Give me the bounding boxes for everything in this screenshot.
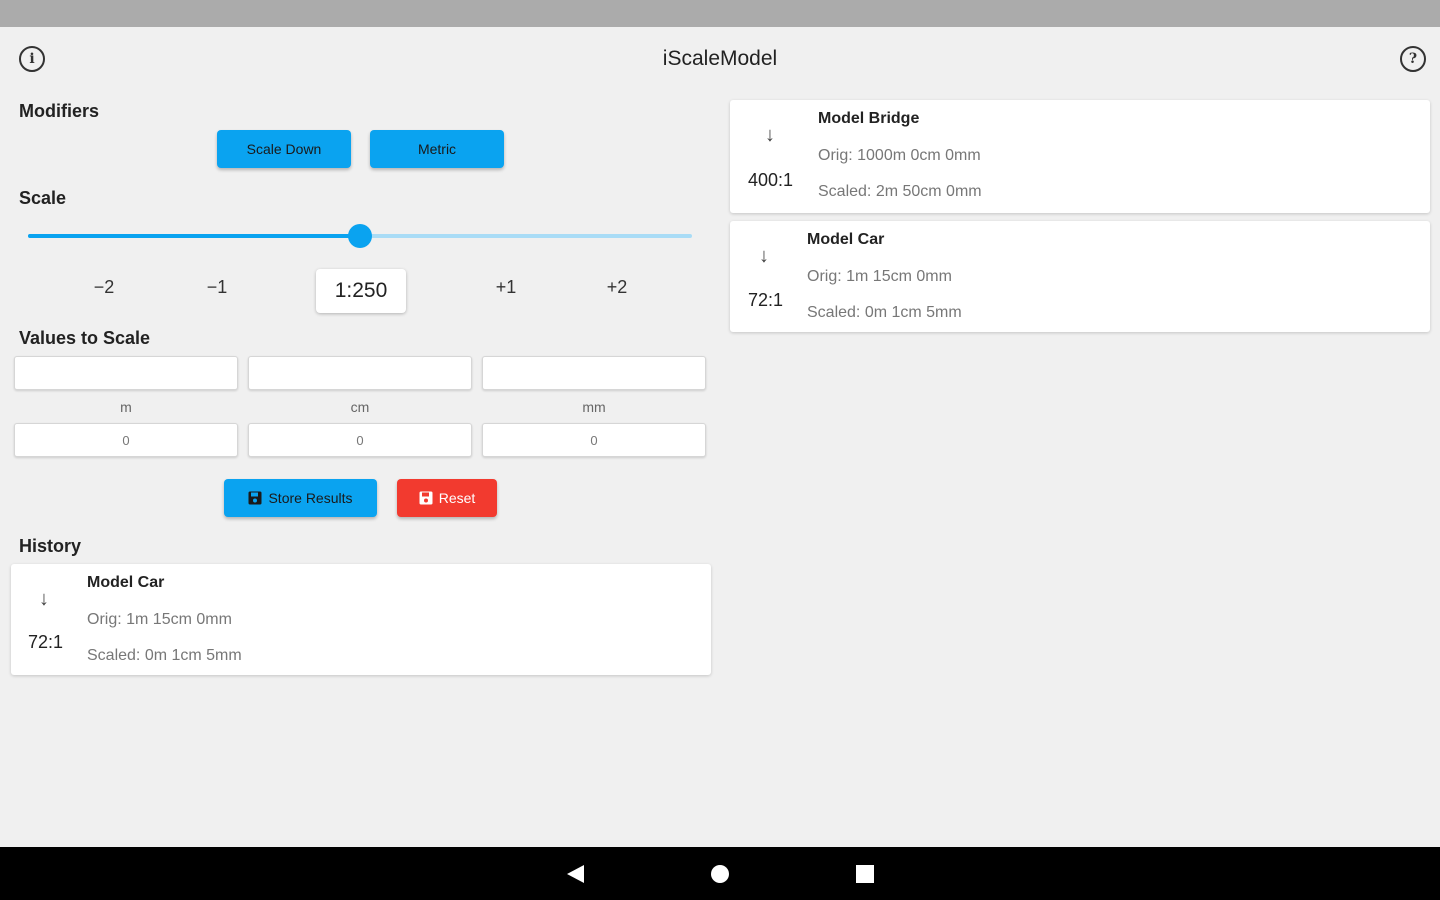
history-orig: Orig: 1m 15cm 0mm: [807, 268, 952, 285]
scale-current-text: 1:250: [334, 279, 388, 302]
top-input-cm[interactable]: [248, 356, 472, 390]
bottom-input-m[interactable]: [14, 423, 238, 457]
status-bar: [0, 0, 1440, 27]
store-results-button[interactable]: Store Results: [224, 479, 377, 517]
unit-label-mm: mm: [582, 399, 606, 415]
back-triangle-icon[interactable]: [564, 863, 586, 885]
scale-down-button[interactable]: Scale Down: [217, 130, 351, 168]
scale-step-minus-2[interactable]: −2: [84, 277, 124, 298]
store-results-label: Store Results: [268, 490, 353, 506]
metric-button[interactable]: Metric: [370, 130, 504, 168]
bottom-input-mm[interactable]: [482, 423, 706, 457]
scale-step-minus-1[interactable]: −1: [197, 277, 237, 298]
history-label: History: [19, 536, 82, 556]
history-ratio: 72:1: [28, 632, 64, 652]
scale-slider[interactable]: [28, 224, 692, 248]
recents-square-icon[interactable]: [854, 863, 876, 885]
unit-label-cm: cm: [350, 399, 370, 415]
modifiers-label: Modifiers: [19, 101, 100, 121]
floppy-disk-icon: [248, 491, 262, 505]
floppy-disk-icon: [419, 491, 433, 505]
scale-slider-fill: [28, 234, 360, 238]
scale-current-value: 1:250: [316, 269, 406, 313]
history-scaled: Scaled: 0m 1cm 5mm: [807, 304, 962, 321]
unit-label-m: m: [120, 399, 132, 415]
reset-button[interactable]: Reset: [397, 479, 497, 517]
history-scaled: Scaled: 2m 50cm 0mm: [818, 183, 982, 200]
history-card[interactable]: ↓ 72:1 Model Car Orig: 1m 15cm 0mm Scale…: [730, 221, 1430, 332]
scale-slider-thumb[interactable]: [348, 224, 372, 248]
bottom-input-cm[interactable]: [248, 423, 472, 457]
scale-down-label: Scale Down: [246, 141, 322, 157]
app-screen: i iScaleModel ? Modifiers Scale Down Met…: [0, 27, 1440, 847]
reset-label: Reset: [438, 490, 476, 506]
top-input-mm[interactable]: [482, 356, 706, 390]
history-card[interactable]: ↓ 72:1 Model Car Orig: 1m 15cm 0mm Scale…: [11, 564, 711, 675]
app-title: iScaleModel: [662, 47, 778, 70]
arrow-down-icon[interactable]: ↓: [765, 124, 775, 147]
history-ratio: 72:1: [748, 290, 784, 310]
scale-step-plus-2[interactable]: +2: [597, 277, 637, 298]
top-input-m[interactable]: [14, 356, 238, 390]
help-glyph: ?: [1408, 51, 1418, 67]
history-name: Model Bridge: [818, 110, 920, 127]
navigation-bar: [0, 847, 1440, 900]
values-to-scale-label: Values to Scale: [19, 328, 151, 348]
arrow-down-icon[interactable]: ↓: [759, 245, 769, 268]
home-circle-icon[interactable]: [709, 863, 731, 885]
history-card[interactable]: ↓ 400:1 Model Bridge Orig: 1000m 0cm 0mm…: [730, 100, 1430, 213]
arrow-down-icon[interactable]: ↓: [39, 588, 49, 611]
history-ratio: 400:1: [748, 170, 794, 190]
metric-label: Metric: [417, 141, 457, 157]
history-orig: Orig: 1000m 0cm 0mm: [818, 147, 981, 164]
scale-label: Scale: [19, 188, 67, 208]
history-name: Model Car: [87, 574, 165, 591]
scale-step-plus-1[interactable]: +1: [486, 277, 526, 298]
help-icon[interactable]: ?: [1400, 46, 1426, 72]
history-name: Model Car: [807, 231, 885, 248]
history-orig: Orig: 1m 15cm 0mm: [87, 611, 232, 628]
history-scaled: Scaled: 0m 1cm 5mm: [87, 647, 242, 664]
